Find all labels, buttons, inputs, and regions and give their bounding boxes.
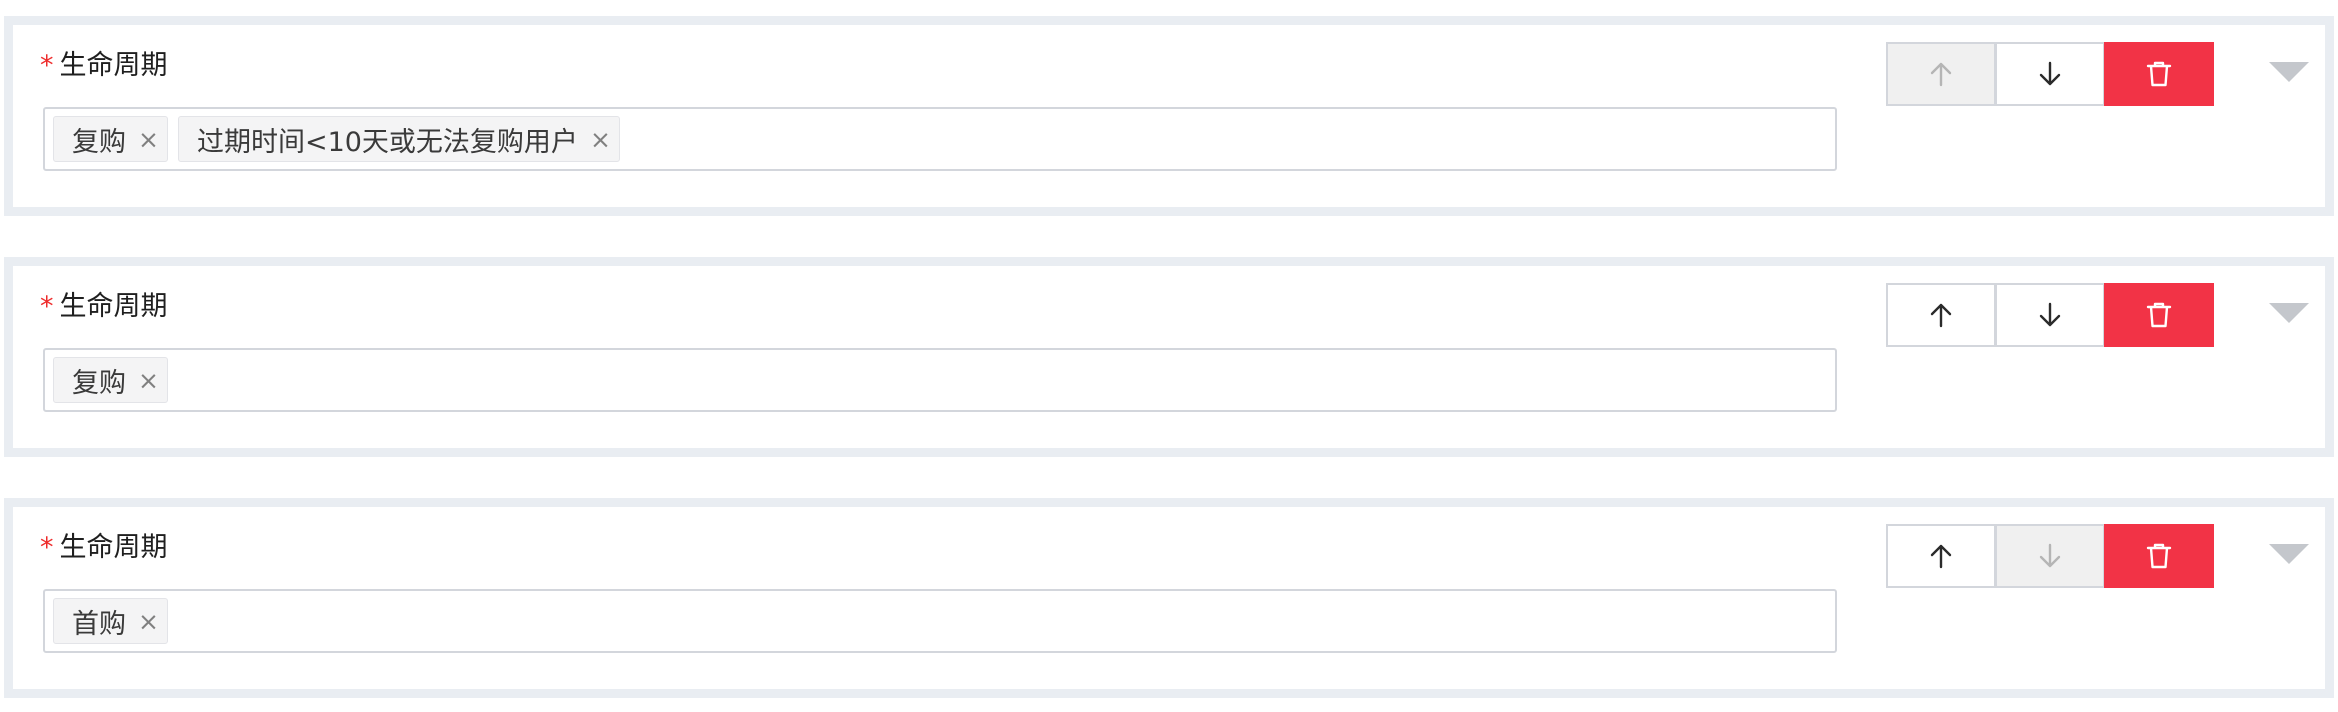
field-label: * 生命周期 xyxy=(40,289,168,325)
selected-tag: 过期时间<10天或无法复购用户 × xyxy=(177,116,620,162)
arrow-up-icon xyxy=(1930,303,1952,328)
caret-down-icon[interactable] xyxy=(2269,544,2309,564)
required-mark: * xyxy=(40,291,54,322)
arrow-down-icon xyxy=(2039,302,2061,327)
move-up-button[interactable] xyxy=(1886,283,1996,347)
move-down-button[interactable] xyxy=(1995,524,2105,588)
trash-icon xyxy=(2146,302,2172,328)
tag-label: 复购 xyxy=(72,126,126,158)
delete-button[interactable] xyxy=(2104,283,2214,347)
close-icon[interactable]: × xyxy=(590,125,611,154)
lifecycle-select[interactable]: 复购 × 过期时间<10天或无法复购用户 × xyxy=(43,107,1837,171)
row-action-buttons xyxy=(1886,42,2214,106)
move-down-button[interactable] xyxy=(1995,42,2105,106)
selected-tag: 首购 × xyxy=(53,598,168,644)
move-up-button[interactable] xyxy=(1886,42,1996,106)
move-up-button[interactable] xyxy=(1886,524,1996,588)
row-action-buttons xyxy=(1886,524,2214,588)
lifecycle-select[interactable]: 复购 × xyxy=(43,348,1837,412)
required-mark: * xyxy=(40,532,54,563)
move-down-button[interactable] xyxy=(1995,283,2105,347)
field-label-text: 生命周期 xyxy=(59,291,168,322)
selected-tag: 复购 × xyxy=(53,116,168,162)
trash-icon xyxy=(2146,61,2172,87)
close-icon[interactable]: × xyxy=(138,366,159,395)
field-label-text: 生命周期 xyxy=(59,50,168,81)
field-label: * 生命周期 xyxy=(40,48,168,84)
arrow-up-icon xyxy=(1930,544,1952,569)
delete-button[interactable] xyxy=(2104,524,2214,588)
lifecycle-select[interactable]: 首购 × xyxy=(43,589,1837,653)
caret-down-icon[interactable] xyxy=(2269,303,2309,323)
trash-icon xyxy=(2146,543,2172,569)
tag-label: 复购 xyxy=(72,367,126,399)
caret-down-icon[interactable] xyxy=(2269,62,2309,82)
row-action-buttons xyxy=(1886,283,2214,347)
arrow-down-icon xyxy=(2039,543,2061,568)
tag-label: 过期时间<10天或无法复购用户 xyxy=(196,126,578,158)
close-icon[interactable]: × xyxy=(138,607,159,636)
delete-button[interactable] xyxy=(2104,42,2214,106)
lifecycle-card-2: * 生命周期 复购 × xyxy=(4,257,2334,457)
lifecycle-card-3: * 生命周期 首购 × xyxy=(4,498,2334,698)
field-label: * 生命周期 xyxy=(40,530,168,566)
selected-tag: 复购 × xyxy=(53,357,168,403)
arrow-down-icon xyxy=(2039,61,2061,86)
close-icon[interactable]: × xyxy=(138,125,159,154)
tag-label: 首购 xyxy=(72,608,126,640)
lifecycle-card-1: * 生命周期 复购 × 过期时间<10天或无法复购用户 × xyxy=(4,16,2334,216)
arrow-up-icon xyxy=(1930,62,1952,87)
required-mark: * xyxy=(40,50,54,81)
field-label-text: 生命周期 xyxy=(59,532,168,563)
